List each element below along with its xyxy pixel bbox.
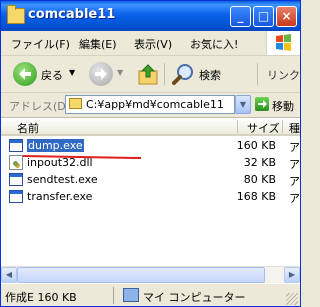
file-name[interactable]: transfer.exe [27, 190, 92, 203]
scroll-left-icon[interactable]: ◀ [1, 267, 17, 283]
search-icon[interactable] [171, 62, 195, 86]
search-button-label[interactable]: 検索 [199, 67, 221, 83]
menu-edit[interactable]: 編集(E) [79, 36, 117, 52]
status-location: マイ コンピューター [143, 291, 246, 304]
address-bar: アドレス(D) C:¥app¥md¥comcable11 ▼ 移動 [1, 93, 300, 118]
column-size[interactable]: サイズ [247, 120, 280, 136]
scroll-right-icon[interactable]: ▶ [284, 267, 300, 283]
links-label[interactable]: リンク [267, 67, 300, 83]
toolbar: 戻る ▼ ▼ 検索 リンク [1, 56, 300, 93]
file-type: ア [289, 192, 300, 205]
menu-file[interactable]: ファイル(F) [11, 36, 70, 52]
column-divider[interactable] [282, 120, 283, 133]
file-row[interactable]: dump.exe 160 KB ア [5, 138, 300, 155]
file-row[interactable]: transfer.exe 168 KB ア [5, 189, 300, 206]
file-type: ア [289, 175, 300, 188]
file-size: 160 KB [236, 139, 276, 152]
forward-arrow-icon[interactable] [89, 62, 113, 86]
menu-favorites[interactable]: お気に入! [190, 36, 238, 52]
folder-icon [69, 98, 82, 109]
forward-dropdown-icon[interactable]: ▼ [117, 68, 123, 77]
explorer-window: comcable11 _ □ × ファイル(F) 編集(E) 表示(V) お気に… [0, 0, 301, 307]
minimize-button[interactable]: _ [230, 6, 251, 27]
file-row[interactable]: sendtest.exe 80 KB ア [5, 172, 300, 189]
window-title: comcable11 [28, 7, 116, 22]
address-label: アドレス(D) [9, 100, 71, 113]
file-name[interactable]: dump.exe [26, 138, 85, 153]
scrollbar-thumb[interactable] [17, 267, 265, 283]
maximize-button[interactable]: □ [253, 6, 274, 27]
address-dropdown-icon[interactable]: ▼ [235, 95, 251, 114]
exe-icon [9, 190, 23, 203]
windows-logo-icon [266, 31, 300, 55]
file-row[interactable]: inpout32.dll 32 KB ア [5, 155, 300, 172]
exe-icon [9, 139, 23, 152]
menu-view[interactable]: 表示(V) [134, 36, 172, 52]
address-input[interactable]: C:¥app¥md¥comcable11 [65, 95, 235, 114]
file-type: ア [289, 158, 300, 171]
file-name[interactable]: sendtest.exe [27, 173, 98, 186]
file-size: 32 KB [243, 156, 276, 169]
file-size: 168 KB [236, 190, 276, 203]
back-arrow-icon[interactable] [13, 62, 37, 86]
back-dropdown-icon[interactable]: ▼ [69, 68, 75, 77]
folder-up-icon[interactable] [137, 62, 159, 86]
toolbar-separator [164, 63, 165, 85]
status-file-info: 作成E 160 KB [5, 291, 77, 304]
status-bar: 作成E 160 KB マイ コンピューター [1, 283, 300, 306]
back-button-label[interactable]: 戻る [41, 67, 63, 83]
menu-bar: ファイル(F) 編集(E) 表示(V) お気に入! [1, 31, 300, 56]
folder-icon [7, 5, 25, 24]
title-bar[interactable]: comcable11 _ □ × [1, 1, 300, 31]
address-path[interactable]: C:¥app¥md¥comcable11 [86, 98, 224, 111]
column-name[interactable]: 名前 [17, 120, 39, 136]
go-arrow-icon[interactable] [255, 97, 269, 111]
toolbar-separator [257, 63, 258, 85]
exe-icon [9, 173, 23, 186]
go-button-label[interactable]: 移動 [272, 98, 294, 114]
column-type[interactable]: 種 [289, 120, 300, 136]
resize-grip-icon[interactable] [286, 293, 298, 305]
status-separator [113, 287, 114, 304]
close-button[interactable]: × [276, 6, 297, 27]
file-size: 80 KB [243, 173, 276, 186]
column-divider[interactable] [237, 120, 238, 133]
dll-icon [9, 155, 23, 170]
file-type: ア [289, 141, 300, 154]
column-header: 名前 サイズ 種 [1, 118, 300, 136]
file-list: 名前 サイズ 種 dump.exe 160 KB ア inpout32.dll … [1, 118, 300, 266]
computer-icon [123, 288, 139, 302]
horizontal-scrollbar[interactable]: ◀ ▶ [1, 266, 300, 283]
